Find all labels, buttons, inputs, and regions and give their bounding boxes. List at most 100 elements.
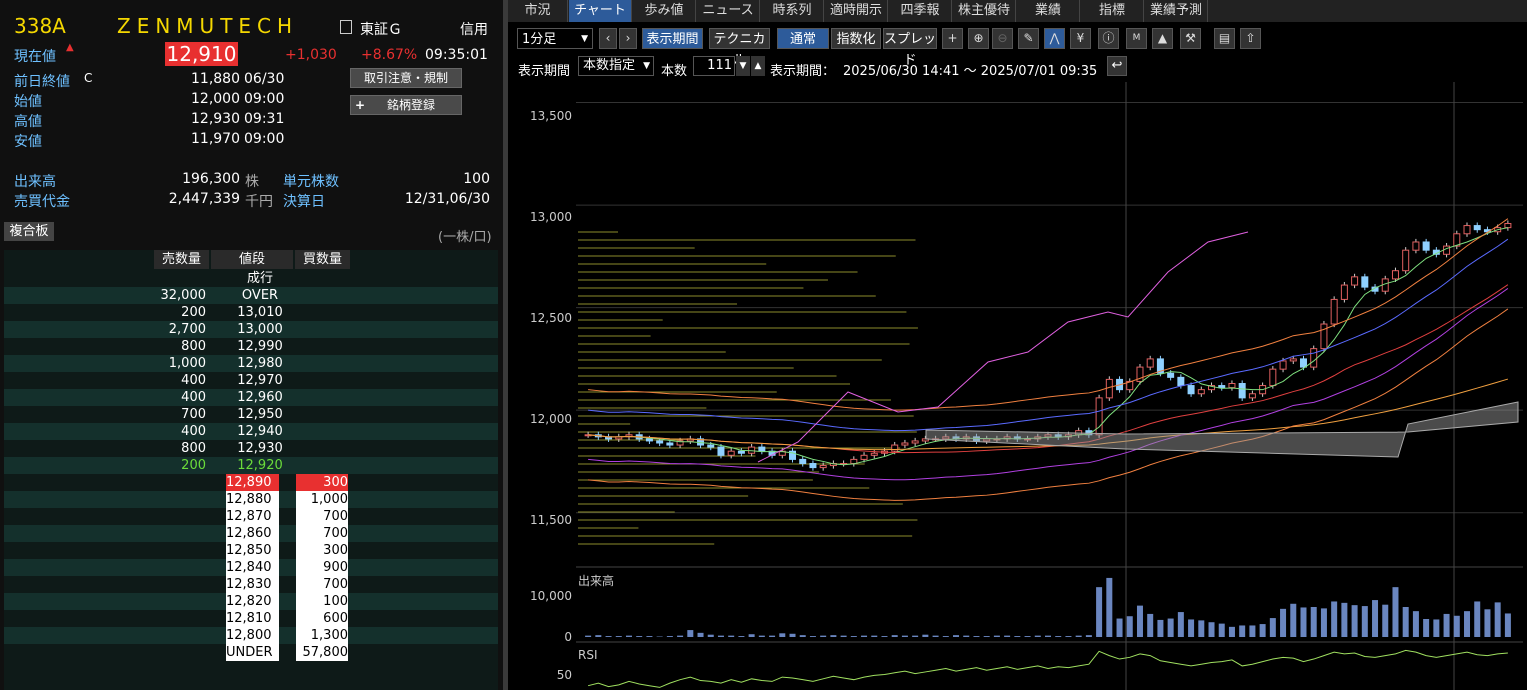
order-book-row[interactable]: 12,830 700: [4, 576, 498, 593]
order-book-row[interactable]: 12,840 900: [4, 559, 498, 576]
zoom-out-icon[interactable]: ⊖: [992, 28, 1013, 49]
volume-bar: [881, 636, 888, 637]
stepper-up-icon[interactable]: ▲: [751, 56, 765, 76]
pencil-icon[interactable]: ✎: [1018, 28, 1039, 49]
order-book-row[interactable]: 成行: [4, 270, 498, 287]
spread-button[interactable]: スプレッド: [883, 28, 937, 68]
volume-bar: [1126, 616, 1133, 637]
volume-bar: [1167, 618, 1174, 637]
wrench-icon[interactable]: ⚒: [1180, 28, 1201, 49]
register-stock-button[interactable]: + 銘柄登録: [350, 95, 462, 115]
order-book-row[interactable]: 12,810 600: [4, 610, 498, 627]
rsi-tick-label: 50: [556, 668, 572, 682]
price-change: +1,030: [285, 47, 337, 63]
order-book-row[interactable]: 12,820 100: [4, 593, 498, 610]
yen-icon[interactable]: ¥: [1070, 28, 1091, 49]
order-book-row[interactable]: 12,890 300: [4, 474, 498, 491]
turnover-label: 売買代金: [14, 194, 70, 210]
technical-button[interactable]: テクニカル: [709, 28, 770, 68]
order-book-row[interactable]: UNDER 57,800: [4, 644, 498, 661]
order-book-row[interactable]: 400 12,970: [4, 372, 498, 389]
document-icon[interactable]: [340, 20, 352, 34]
order-book-row[interactable]: 700 12,950: [4, 406, 498, 423]
volume-bar: [912, 635, 919, 637]
volume-bar: [1361, 606, 1368, 637]
crosshair-icon[interactable]: +: [942, 28, 963, 49]
volume-bar: [1351, 605, 1358, 637]
candle-body: [1463, 225, 1471, 235]
volume-bar: [1249, 625, 1256, 637]
bollinger-upper: [588, 218, 1509, 411]
volume-bar: [1136, 605, 1143, 637]
reset-icon[interactable]: ↩: [1107, 56, 1127, 76]
order-book-row[interactable]: 12,880 1,000: [4, 491, 498, 508]
stepper-down-icon[interactable]: ▼: [736, 56, 750, 76]
tab-disclosure[interactable]: 適時開示: [825, 0, 888, 22]
volume-bar: [646, 636, 653, 637]
order-book-row[interactable]: 12,860 700: [4, 525, 498, 542]
order-book-row[interactable]: 12,870 700: [4, 508, 498, 525]
market-label: 東証Ｇ: [360, 22, 402, 38]
my-icon[interactable]: M: [1126, 28, 1147, 49]
order-book-row[interactable]: 400 12,960: [4, 389, 498, 406]
tab-benefits[interactable]: 株主優待: [953, 0, 1016, 22]
volume-bar: [809, 636, 816, 637]
chevron-right-icon[interactable]: ›: [619, 28, 637, 49]
tab-chart[interactable]: チャート: [569, 0, 632, 22]
settlement-label: 決算日: [283, 194, 325, 210]
order-book-row[interactable]: 32,000 OVER: [4, 287, 498, 304]
period-mode-select[interactable]: 本数指定 ▼: [578, 56, 654, 76]
order-book-row[interactable]: 12,800 1,300: [4, 627, 498, 644]
index-button[interactable]: 指数化: [831, 28, 881, 49]
interval-select[interactable]: 1分足 ▼: [517, 28, 593, 49]
price-chart[interactable]: [508, 82, 1527, 690]
up-arrow-icon: ▲: [66, 42, 74, 53]
buy-qty: 700: [296, 576, 348, 593]
order-book-row[interactable]: 2,700 13,000: [4, 321, 498, 338]
sell-qty: 200: [181, 305, 206, 320]
tab-earnings[interactable]: 業績: [1017, 0, 1080, 22]
area-chart-icon[interactable]: ▲: [1152, 28, 1173, 49]
order-book-row[interactable]: 200 13,010: [4, 304, 498, 321]
volume-bar: [942, 636, 949, 637]
order-book-row[interactable]: 800 12,990: [4, 338, 498, 355]
order-book-row[interactable]: 400 12,940: [4, 423, 498, 440]
tab-market[interactable]: 市況: [508, 0, 568, 22]
order-price: 成行: [246, 271, 273, 286]
chart-type-icon[interactable]: ⋀: [1044, 28, 1065, 49]
sell-qty: 200: [181, 458, 206, 473]
tab-timeseries[interactable]: 時系列: [761, 0, 824, 22]
tab-composite-board[interactable]: 複合板: [4, 222, 54, 241]
print-icon[interactable]: ▤: [1214, 28, 1235, 49]
tab-news[interactable]: ニュース: [697, 0, 760, 22]
tab-quarterly[interactable]: 四季報: [889, 0, 952, 22]
normal-button[interactable]: 通常: [777, 28, 829, 49]
tab-indicators[interactable]: 指標: [1081, 0, 1144, 22]
period-button[interactable]: 表示期間: [642, 28, 703, 49]
candle-body: [1299, 358, 1307, 368]
low-time: 09:00: [244, 131, 285, 147]
period-mode-value: 本数指定: [583, 58, 636, 73]
volume-bar: [1055, 636, 1062, 637]
rsi-pane-label: RSI: [578, 648, 598, 662]
sell-qty: 800: [181, 339, 206, 354]
volume-bar: [840, 635, 847, 637]
order-book-row[interactable]: 12,850 300: [4, 542, 498, 559]
tab-forecast[interactable]: 業績予測: [1145, 0, 1208, 22]
trade-caution-button[interactable]: 取引注意・規制: [350, 68, 462, 88]
order-book-row[interactable]: 200 12,920: [4, 457, 498, 474]
order-price: 12,880: [226, 491, 279, 508]
zoom-in-icon[interactable]: ⊕: [968, 28, 989, 49]
order-book-row[interactable]: 800 12,930: [4, 440, 498, 457]
tab-trades[interactable]: 歩み値: [633, 0, 696, 22]
candle-body: [717, 446, 725, 456]
count-input[interactable]: 111: [693, 56, 735, 76]
info-icon[interactable]: ⓘ: [1098, 28, 1119, 49]
candle-body: [1361, 276, 1369, 288]
volume-bar: [677, 635, 684, 637]
order-book-row[interactable]: 1,000 12,980: [4, 355, 498, 372]
export-icon[interactable]: ⇧: [1240, 28, 1261, 49]
volume-bar: [1464, 611, 1471, 637]
order-price: 12,850: [226, 542, 279, 559]
chevron-left-icon[interactable]: ‹: [599, 28, 617, 49]
